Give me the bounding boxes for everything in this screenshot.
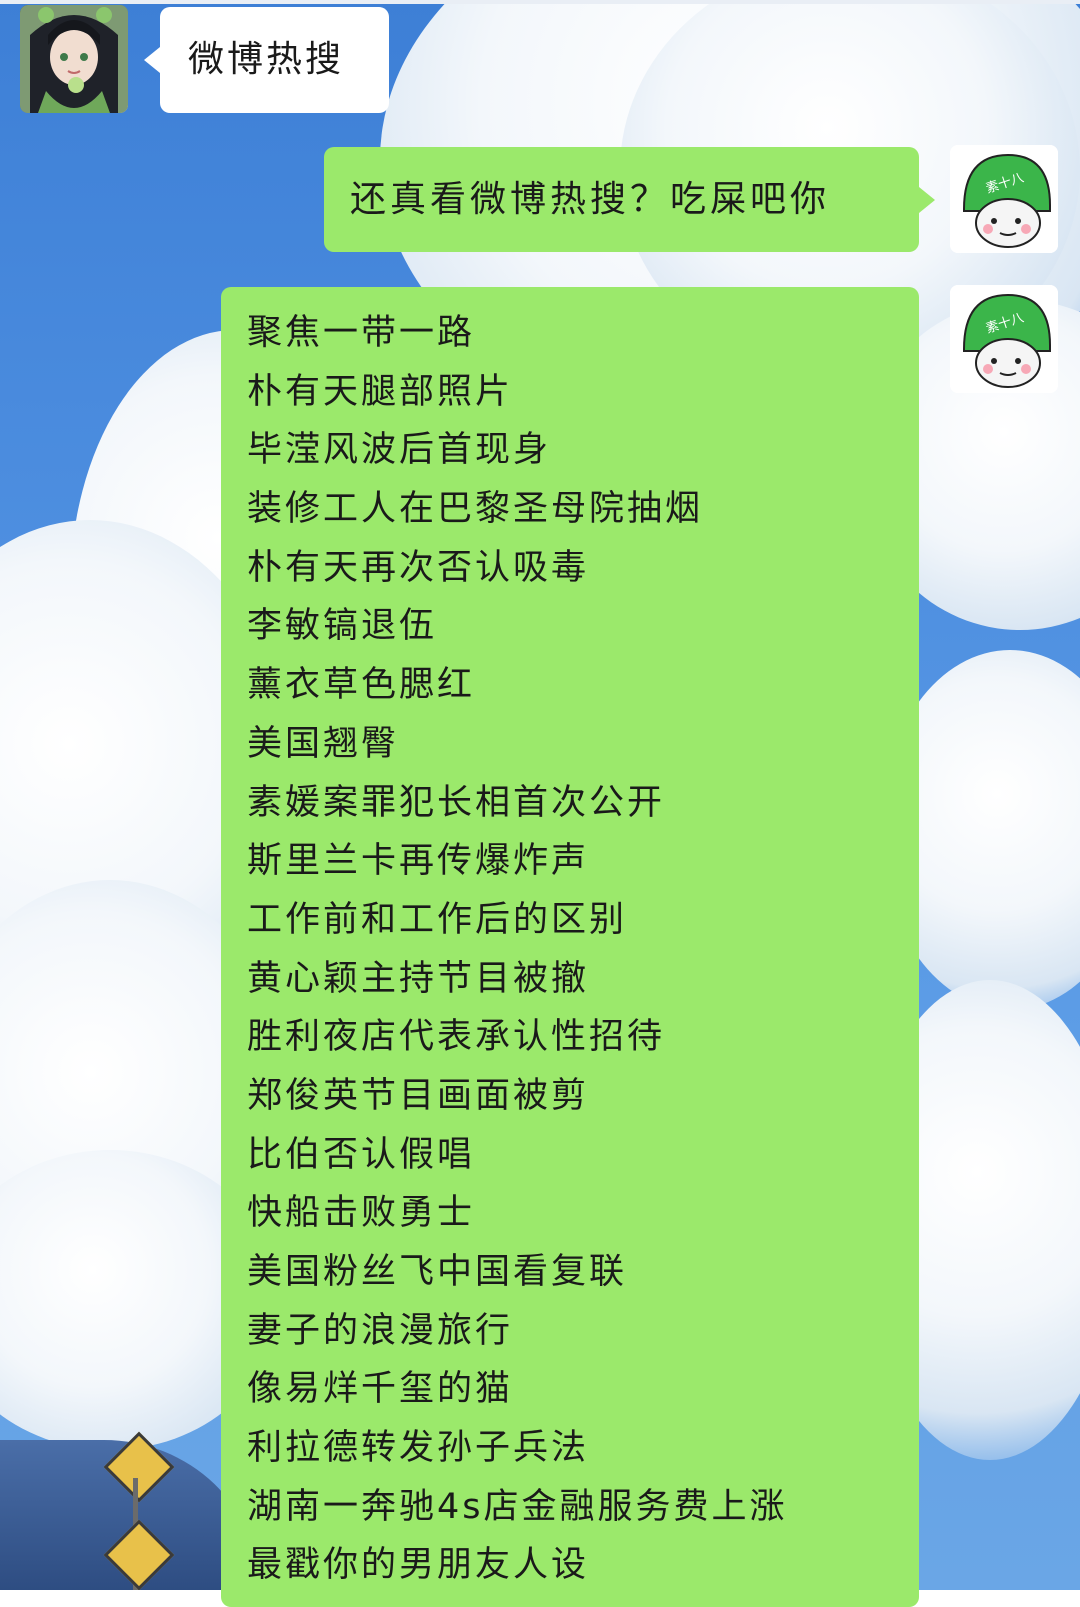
list-item: 利拉德转发孙子兵法	[247, 1428, 590, 1469]
list-item: 聚焦一带一路	[247, 313, 476, 353]
green-helmet-meme-avatar-icon: 素十八	[950, 285, 1058, 393]
list-item: 黄心颖主持节目被撤	[247, 958, 590, 999]
list-item: 快船击败勇士	[247, 1193, 476, 1234]
outgoing-avatar[interactable]: 素十八	[950, 145, 1058, 253]
list-item: 素媛案罪犯长相首次公开	[247, 782, 666, 823]
list-item: 妻子的浪漫旅行	[247, 1310, 514, 1351]
list-item: 斯里兰卡再传爆炸声	[247, 841, 590, 882]
list-item: 朴有天再次否认吸毒	[247, 547, 590, 588]
top-strip	[0, 0, 1080, 4]
list-item: 美国粉丝飞中国看复联	[247, 1252, 628, 1292]
list-item: 毕滢风波后首现身	[247, 430, 552, 471]
list-item: 最戳你的男朋友人设	[247, 1545, 590, 1586]
green-helmet-meme-avatar-icon: 素十八	[950, 145, 1058, 253]
list-item: 美国翘臀	[247, 723, 400, 764]
reply-message-text: 还真看微博热搜？吃屎吧你	[350, 179, 831, 220]
list-item: 朴有天腿部照片	[247, 371, 514, 412]
incoming-message-text: 微博热搜	[188, 39, 345, 80]
incoming-message-bubble[interactable]: 微博热搜	[144, 7, 389, 113]
list-item: 胜利夜店代表承认性招待	[247, 1017, 666, 1058]
reply-message-bubble[interactable]: 还真看微博热搜？吃屎吧你	[324, 147, 935, 252]
list-item: 薰衣草色腮红	[247, 665, 476, 706]
hot-search-list: 聚焦一带一路 朴有天腿部照片 毕滢风波后首现身 装修工人在巴黎圣母院抽烟 朴有天…	[247, 304, 919, 1595]
hot-list-message-bubble[interactable]: 聚焦一带一路 朴有天腿部照片 毕滢风波后首现身 装修工人在巴黎圣母院抽烟 朴有天…	[221, 287, 919, 1607]
list-item: 像易烊千玺的猫	[247, 1369, 514, 1410]
list-item: 郑俊英节目画面被剪	[247, 1075, 590, 1116]
list-item: 装修工人在巴黎圣母院抽烟	[247, 489, 704, 530]
list-item: 李敏镐退伍	[247, 606, 438, 647]
outgoing-avatar[interactable]: 素十八	[950, 285, 1058, 393]
incoming-avatar[interactable]	[20, 5, 128, 113]
list-item: 工作前和工作后的区别	[247, 899, 628, 940]
list-item: 湖南一奔驰4s店金融服务费上涨	[247, 1486, 788, 1527]
list-item: 比伯否认假唱	[247, 1134, 476, 1175]
anime-girl-avatar-icon	[20, 5, 128, 113]
